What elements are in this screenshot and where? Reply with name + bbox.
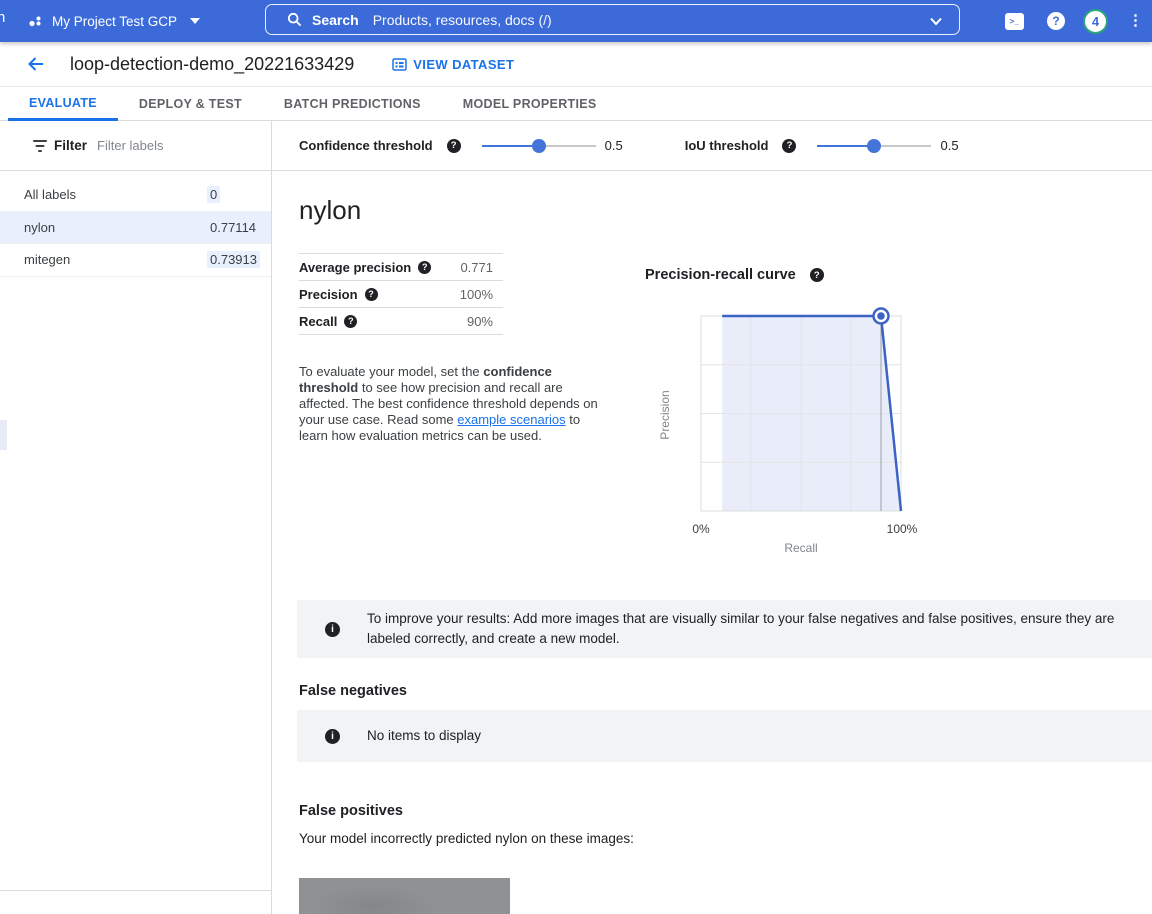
filter-label: Filter: [54, 138, 88, 153]
pr-curve-title: Precision-recall curve: [645, 267, 796, 283]
app-root: n My Project Test GCP Search Products, r…: [0, 0, 1152, 914]
pr-marker-inner: [877, 312, 885, 320]
topbar: n My Project Test GCP Search Products, r…: [0, 0, 1152, 42]
tab-evaluate[interactable]: EVALUATE: [8, 87, 118, 121]
confidence-threshold-slider[interactable]: [481, 138, 596, 153]
search-label: Search: [312, 11, 359, 28]
project-name: My Project Test GCP: [52, 13, 178, 29]
no-items-text: No items to display: [367, 728, 482, 743]
clipped-nav-text: n: [0, 9, 6, 26]
label-row-mitegen[interactable]: mitegen 0.73913: [0, 244, 271, 277]
tab-model-properties[interactable]: MODEL PROPERTIES: [442, 87, 618, 121]
false-positive-image-thumbnail[interactable]: [299, 878, 510, 914]
back-arrow-icon: [28, 57, 43, 71]
metric-row-average-precision: Average precision ? 0.771: [299, 254, 503, 281]
help-question-icon[interactable]: ?: [782, 138, 797, 153]
help-question-icon[interactable]: ?: [364, 287, 378, 301]
view-dataset-label: VIEW DATASET: [413, 56, 515, 72]
slider-handle[interactable]: [867, 138, 882, 153]
topbar-actions: >_ ? 4 ⋮: [1005, 0, 1148, 42]
metric-row-precision: Precision ? 100%: [299, 281, 503, 308]
filter-row: Filter: [0, 121, 271, 171]
help-question-icon[interactable]: ?: [446, 138, 461, 153]
metric-value: 100%: [459, 286, 493, 302]
label-row-name: mitegen: [24, 252, 71, 268]
tab-batch-predictions[interactable]: BATCH PREDICTIONS: [263, 87, 442, 121]
search-bar[interactable]: Search Products, resources, docs (/): [265, 4, 960, 35]
false-negatives-heading: False negatives: [299, 683, 407, 699]
metric-row-recall: Recall ? 90%: [299, 308, 503, 335]
search-expand-chevron-icon[interactable]: [928, 13, 944, 29]
search-placeholder: Products, resources, docs (/): [372, 11, 552, 28]
tab-bar: EVALUATE DEPLOY & TEST BATCH PREDICTIONS…: [0, 87, 1152, 121]
iou-threshold-label: IoU threshold: [684, 138, 769, 153]
metric-label: Precision: [299, 286, 358, 302]
more-options-icon[interactable]: ⋮: [1123, 13, 1148, 28]
false-positives-heading: False positives: [299, 803, 403, 819]
label-row-value: 0: [207, 186, 221, 204]
label-row-value: 0.77114: [207, 218, 260, 236]
help-question-icon[interactable]: ?: [809, 268, 824, 282]
tab-deploy-and-test[interactable]: DEPLOY & TEST: [118, 87, 263, 121]
help-question-icon[interactable]: ?: [344, 314, 358, 328]
iou-threshold-slider[interactable]: [817, 138, 932, 153]
description-text: To evaluate your model, set the: [299, 364, 484, 379]
selected-label-heading: nylon: [299, 195, 362, 225]
x-tick-100: 100%: [887, 522, 918, 536]
project-icon: [29, 16, 41, 26]
label-row-nylon[interactable]: nylon 0.77114: [0, 211, 271, 244]
nav-highlight-strip: [0, 420, 7, 450]
iou-threshold-group: IoU threshold ? 0.5: [685, 138, 959, 153]
label-row-value: 0.73913: [207, 251, 260, 269]
no-items-banner: i No items to display: [297, 710, 1152, 762]
avatar[interactable]: 4: [1083, 8, 1108, 34]
cloud-shell-icon[interactable]: >_: [1005, 12, 1024, 30]
metric-value: 0.771: [460, 259, 493, 275]
metric-label: Recall: [299, 313, 338, 329]
confidence-threshold-label: Confidence threshold: [299, 138, 433, 153]
back-button[interactable]: [26, 55, 45, 73]
labels-sidebar: Filter All labels 0 nylon 0.77114 mitege…: [0, 121, 272, 914]
view-dataset-button[interactable]: VIEW DATASET: [392, 57, 514, 72]
metric-value: 90%: [466, 313, 493, 329]
label-row-all-labels[interactable]: All labels 0: [0, 179, 271, 212]
info-icon: i: [325, 621, 340, 637]
false-positives-caption: Your model incorrectly predicted nylon o…: [299, 831, 634, 846]
page-header: loop-detection-demo_20221633429 VIEW DAT…: [0, 42, 1152, 87]
metrics-table: Average precision ? 0.771 Precision ? 10…: [299, 253, 503, 335]
label-row-name: nylon: [24, 219, 56, 235]
example-scenarios-link[interactable]: example scenarios: [457, 412, 565, 427]
filter-icon: [33, 139, 47, 152]
project-switcher[interactable]: My Project Test GCP: [28, 0, 201, 42]
chevron-down-icon: [190, 18, 201, 24]
label-row-name: All labels: [24, 187, 77, 203]
improve-results-banner: i To improve your results: Add more imag…: [297, 600, 1152, 658]
threshold-bar: Confidence threshold ? 0.5 IoU threshold…: [272, 121, 1152, 171]
x-tick-0: 0%: [692, 522, 710, 536]
y-axis-label: Precision: [658, 390, 672, 439]
improve-results-text: To improve your results: Add more images…: [367, 611, 1115, 646]
pr-curve-chart: 0% 100% Recall Precision: [658, 307, 918, 555]
slider-fill: [817, 144, 875, 147]
slider-fill: [481, 144, 539, 147]
filter-labels-input[interactable]: [97, 138, 238, 153]
confidence-threshold-group: Confidence threshold ? 0.5: [299, 138, 623, 153]
evaluation-description: To evaluate your model, set the confiden…: [299, 364, 608, 444]
confidence-threshold-value: 0.5: [604, 138, 623, 153]
slider-handle[interactable]: [531, 138, 546, 153]
evaluate-panel: Confidence threshold ? 0.5 IoU threshold…: [272, 121, 1152, 914]
sidebar-divider: [0, 890, 272, 891]
info-icon: i: [325, 728, 340, 744]
metric-label: Average precision: [299, 259, 412, 275]
help-question-icon[interactable]: ?: [418, 260, 432, 274]
search-icon: [287, 12, 302, 27]
help-icon[interactable]: ?: [1047, 12, 1065, 30]
pr-curve-header: Precision-recall curve ?: [645, 267, 824, 283]
iou-threshold-value: 0.5: [940, 138, 959, 153]
page-title: loop-detection-demo_20221633429: [70, 53, 355, 74]
dataset-icon: [392, 57, 407, 71]
x-axis-label: Recall: [784, 541, 817, 555]
